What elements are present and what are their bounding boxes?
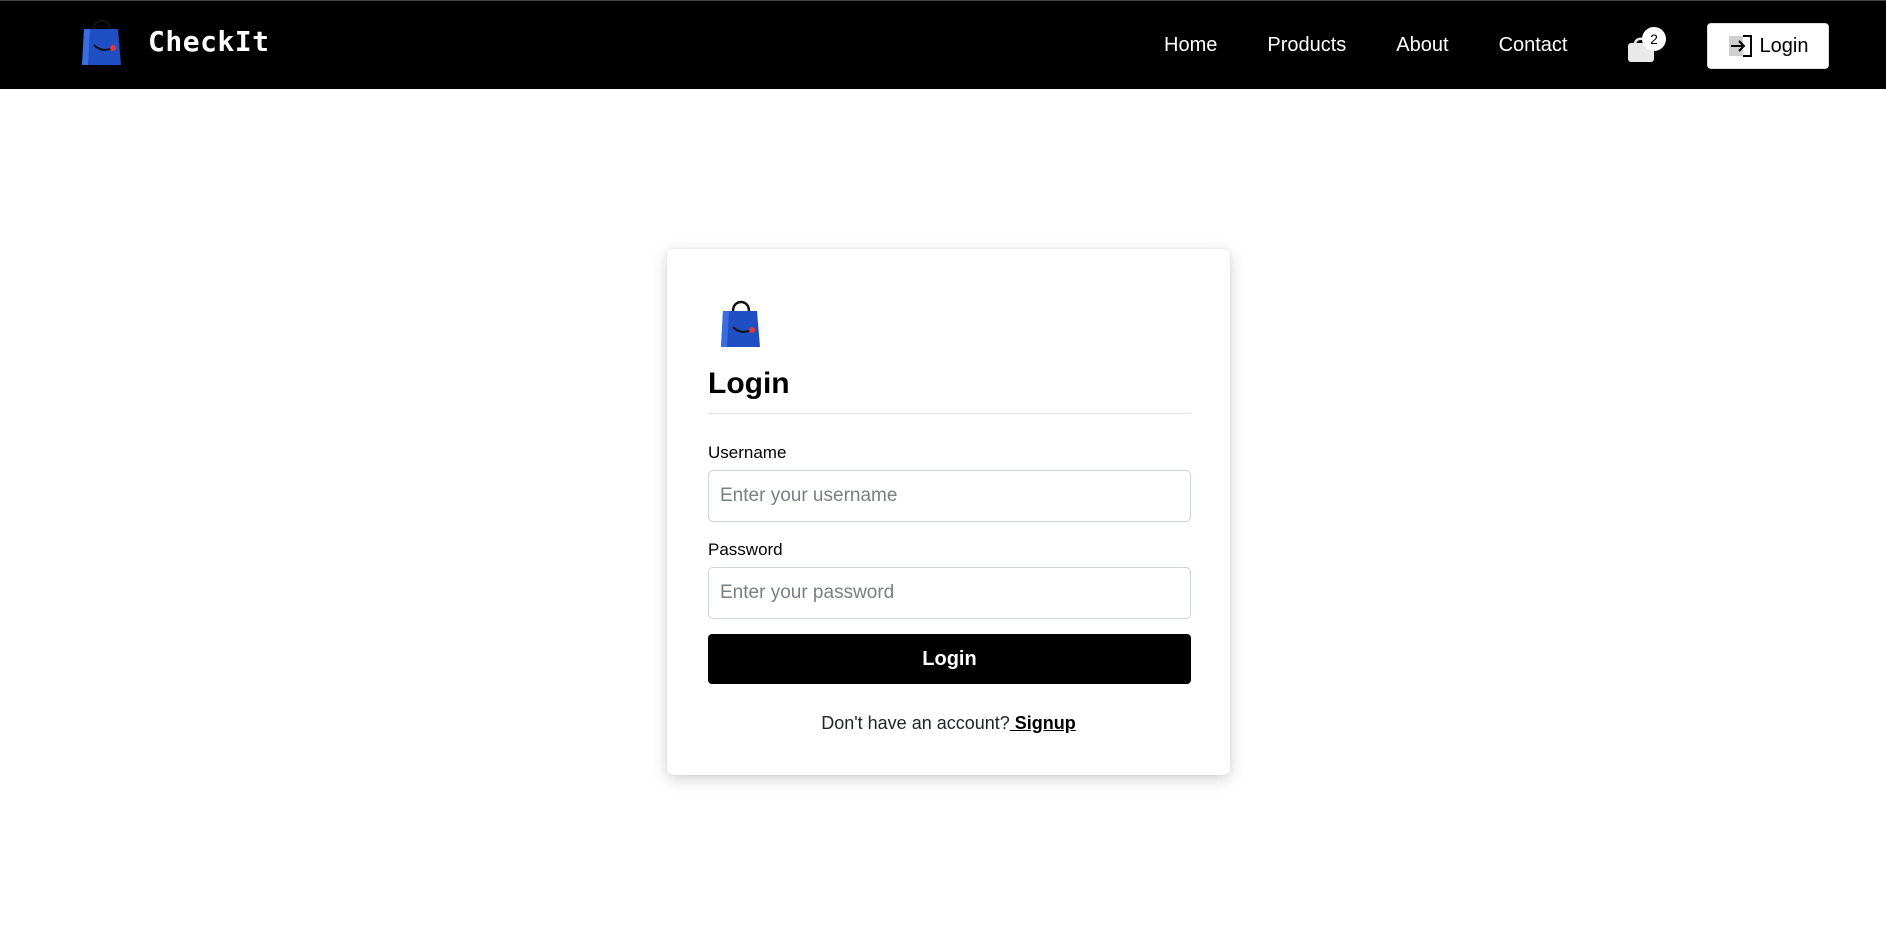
login-submit-button[interactable]: Login: [708, 634, 1191, 684]
nav-link-about[interactable]: About: [1396, 34, 1448, 57]
nav-links: Home Products About Contact: [1164, 1, 1618, 90]
sign-in-icon: [1728, 35, 1752, 57]
shopping-bag-icon: [721, 300, 760, 347]
signup-link[interactable]: Signup: [1010, 713, 1076, 733]
nav-link-contact[interactable]: Contact: [1499, 34, 1568, 57]
shopping-bag-icon: [82, 19, 121, 65]
login-nav-button[interactable]: Login: [1707, 23, 1829, 69]
password-label: Password: [708, 540, 783, 559]
nav-link-products[interactable]: Products: [1267, 34, 1346, 57]
login-nav-label: Login: [1759, 34, 1809, 57]
username-input[interactable]: [708, 470, 1191, 522]
password-input[interactable]: [708, 567, 1191, 619]
cart-count-badge: 2: [1642, 27, 1666, 51]
nav-link-home[interactable]: Home: [1164, 34, 1217, 57]
page-title: Login: [708, 367, 790, 400]
brand-name: CheckIt: [148, 24, 270, 58]
cart-button[interactable]: 2: [1624, 27, 1666, 67]
navbar: CheckIt Home Products About Contact 2 Lo…: [0, 0, 1886, 89]
username-label: Username: [708, 443, 787, 462]
title-divider: [708, 413, 1191, 414]
brand[interactable]: CheckIt: [80, 15, 270, 67]
signup-prompt-line: Don't have an account? Signup: [667, 713, 1230, 734]
signup-prompt: Don't have an account?: [821, 713, 1010, 733]
login-card: Login Username Password Login Don't have…: [667, 249, 1230, 775]
